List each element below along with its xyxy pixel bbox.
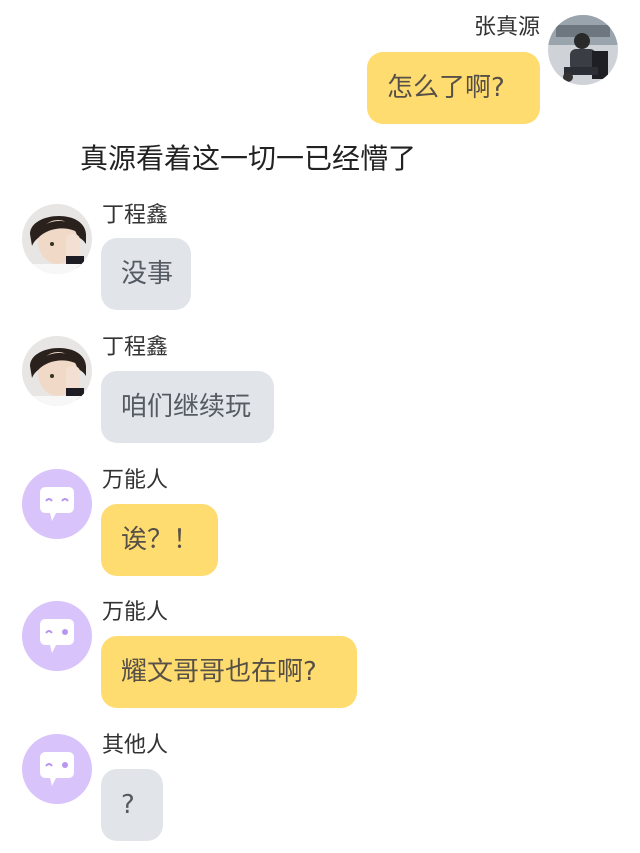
message-bubble[interactable]: 耀文哥哥也在啊? — [101, 636, 357, 708]
photo-avatar-icon — [22, 336, 92, 406]
message-bubble[interactable]: 咱们继续玩 — [101, 371, 274, 443]
user-avatar[interactable] — [22, 204, 92, 274]
user-avatar[interactable] — [548, 15, 618, 85]
user-avatar[interactable] — [22, 336, 92, 406]
sender-name: 丁程鑫 — [102, 335, 169, 360]
sender-name: 其他人 — [102, 733, 169, 758]
sender-name: 万能人 — [102, 468, 169, 493]
sender-name: 万能人 — [102, 600, 169, 625]
user-avatar[interactable] — [22, 469, 92, 539]
chat-bubble-icon — [22, 734, 92, 804]
message-bubble[interactable]: ? — [101, 769, 163, 841]
chat-bubble-icon — [22, 601, 92, 671]
message-bubble[interactable]: 怎么了啊? — [367, 52, 540, 124]
message-bubble[interactable]: 诶？！ — [101, 504, 218, 576]
chat-bubble-icon — [22, 469, 92, 539]
narration-text: 真源看着这一切一已经懵了 — [80, 142, 417, 175]
photo-avatar-icon — [548, 15, 618, 85]
user-avatar[interactable] — [22, 601, 92, 671]
photo-avatar-icon — [22, 204, 92, 274]
message-bubble[interactable]: 没事 — [101, 238, 191, 310]
sender-name: 张真源 — [473, 15, 540, 40]
user-avatar[interactable] — [22, 734, 92, 804]
sender-name: 丁程鑫 — [102, 203, 169, 228]
